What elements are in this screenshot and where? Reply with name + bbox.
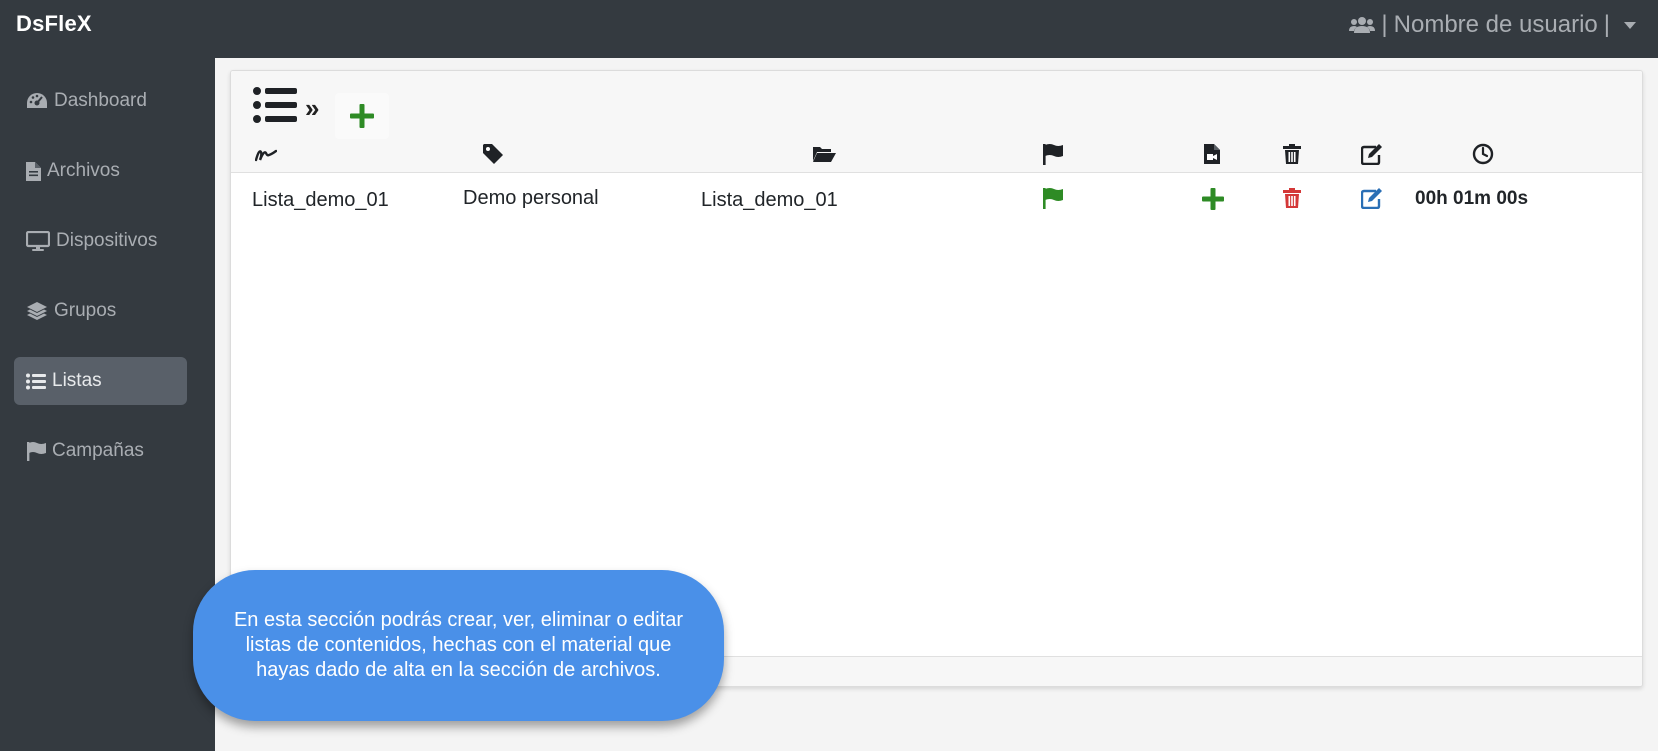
flag-icon [27,442,46,461]
sidebar-item-label: Campañas [52,440,144,461]
list-tag: Demo personal [463,187,599,209]
users-icon [1349,17,1376,33]
sidebar: Dashboard Archivos Dispositivos Grupos L… [0,58,215,751]
top-navbar: DsFleX | Nombre de usuario | [0,0,1658,58]
user-menu-separator-end: | [1603,11,1610,38]
sidebar-item-dispositivos[interactable]: Dispositivos [14,217,187,265]
user-menu-separator: | [1381,11,1388,38]
sidebar-item-label: Dashboard [54,90,147,111]
sidebar-item-listas[interactable]: Listas [14,357,187,405]
sidebar-item-campanas[interactable]: Campañas [14,427,187,475]
list-icon [26,373,46,389]
chevron-down-icon[interactable] [1624,21,1636,29]
list-folder: Lista_demo_01 [701,189,838,211]
folder-open-icon [813,147,836,162]
help-tooltip: En esta sección podrás crear, ver, elimi… [193,570,724,721]
sidebar-item-label: Grupos [54,300,117,321]
brand-logo[interactable]: DsFleX [16,11,92,37]
sidebar-item-grupos[interactable]: Grupos [14,287,187,335]
plus-icon [350,104,374,128]
sidebar-item-label: Archivos [47,160,120,181]
sidebar-item-archivos[interactable]: Archivos [14,147,187,195]
user-menu[interactable]: | Nombre de usuario | [1349,10,1636,40]
table-row[interactable]: Lista_demo_01 Demo personal Lista_demo_0… [231,175,1642,225]
list-name: Lista_demo_01 [252,189,389,211]
layers-icon [27,302,47,320]
username[interactable]: Nombre de usuario [1394,11,1598,39]
breadcrumb-separator: » [305,93,320,123]
card-header: » [231,71,1642,173]
flag-icon [1043,144,1063,165]
sidebar-item-label: Listas [52,370,102,391]
clock-icon [1472,143,1494,165]
sidebar-item-dashboard[interactable]: Dashboard [14,77,187,125]
trash-icon [1283,144,1301,164]
edit-list-icon[interactable] [1361,187,1383,209]
add-list-button[interactable] [335,93,389,139]
file-icon [26,161,41,181]
tag-icon [483,144,503,164]
delete-icon[interactable] [1281,187,1303,209]
file-video-icon [1204,144,1220,164]
list-duration: 00h 01m 00s [1415,188,1529,209]
add-content-icon[interactable] [1201,187,1225,211]
tooltip-text: En esta sección podrás crear, ver, elimi… [233,609,684,681]
gauge-icon [27,93,47,108]
list-icon [253,87,297,123]
sidebar-item-label: Dispositivos [56,230,158,251]
monitor-icon [26,231,50,251]
campaign-flag-icon[interactable] [1042,187,1064,209]
edit-icon [1361,144,1382,165]
signature-icon [255,149,277,162]
